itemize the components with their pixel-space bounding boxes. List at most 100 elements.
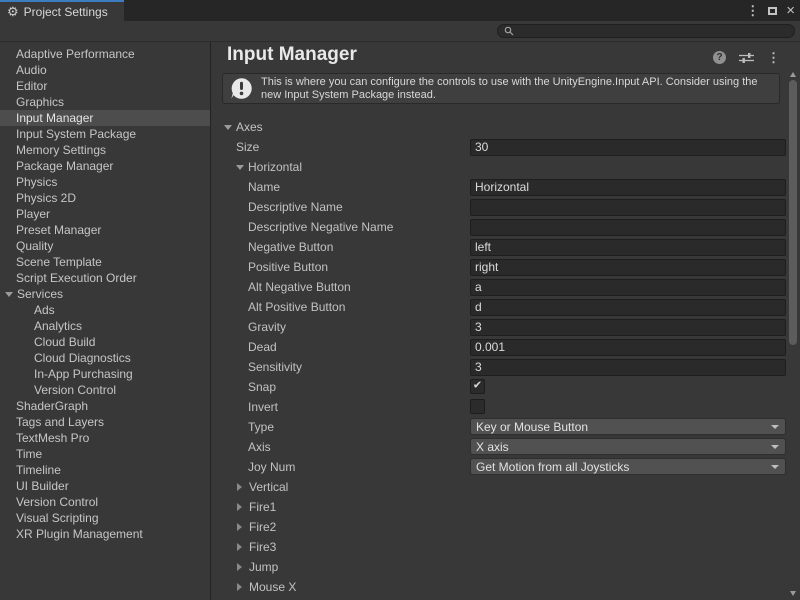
- alt-positive-button-field[interactable]: [470, 299, 786, 316]
- positive-button-label: Positive Button: [248, 260, 328, 274]
- gravity-field[interactable]: [470, 319, 786, 336]
- gravity-label: Gravity: [248, 320, 286, 334]
- vertical-row: Vertical: [211, 477, 787, 497]
- sidebar-item-version-control[interactable]: Version Control: [0, 494, 210, 510]
- size-field[interactable]: [470, 139, 786, 156]
- form-rows: AxesSizeHorizontalNameDescriptive NameDe…: [211, 117, 787, 597]
- sidebar-item-shadergraph[interactable]: ShaderGraph: [0, 398, 210, 414]
- sidebar-item-timeline[interactable]: Timeline: [0, 462, 210, 478]
- mouse-x-foldout-triangle-icon[interactable]: [237, 583, 242, 591]
- help-icon[interactable]: ?: [713, 51, 726, 64]
- sidebar-item-ui-builder[interactable]: UI Builder: [0, 478, 210, 494]
- sidebar-item-xr-plugin-management[interactable]: XR Plugin Management: [0, 526, 210, 542]
- fire3-label[interactable]: Fire3: [249, 540, 276, 554]
- dead-row: Dead: [211, 337, 787, 357]
- dead-field-wrap: [470, 338, 786, 355]
- sidebar-item-audio[interactable]: Audio: [0, 62, 210, 78]
- sidebar-item-cloud-build[interactable]: Cloud Build: [0, 334, 210, 350]
- sidebar-item-package-manager[interactable]: Package Manager: [0, 158, 210, 174]
- more-menu-icon[interactable]: ⋮: [767, 51, 780, 64]
- negative-button-label: Negative Button: [248, 240, 333, 254]
- sidebar-item-label: Quality: [16, 239, 53, 253]
- sidebar-item-ads[interactable]: Ads: [0, 302, 210, 318]
- sidebar-item-memory-settings[interactable]: Memory Settings: [0, 142, 210, 158]
- search-input[interactable]: [518, 25, 788, 37]
- snap-checkbox-wrap: ✔: [470, 378, 786, 395]
- vertical-label[interactable]: Vertical: [249, 480, 288, 494]
- sidebar-item-label: Audio: [16, 63, 47, 77]
- dead-label: Dead: [248, 340, 277, 354]
- name-field[interactable]: [470, 179, 786, 196]
- fire1-label[interactable]: Fire1: [249, 500, 276, 514]
- sidebar-item-physics-2d[interactable]: Physics 2D: [0, 190, 210, 206]
- axes-label[interactable]: Axes: [236, 120, 263, 134]
- fire2-label[interactable]: Fire2: [249, 520, 276, 534]
- sidebar-item-time[interactable]: Time: [0, 446, 210, 462]
- snap-checkbox[interactable]: ✔: [470, 379, 485, 394]
- horizontal-label[interactable]: Horizontal: [248, 160, 302, 174]
- sidebar-item-in-app-purchasing[interactable]: In-App Purchasing: [0, 366, 210, 382]
- dead-field[interactable]: [470, 339, 786, 356]
- jump-label[interactable]: Jump: [249, 560, 278, 574]
- alt-negative-button-label: Alt Negative Button: [248, 280, 351, 294]
- maximize-icon[interactable]: [768, 7, 777, 15]
- scrollbar-down-arrow-icon[interactable]: [790, 591, 796, 596]
- descriptive-negative-name-field[interactable]: [470, 219, 786, 236]
- vertical-foldout-triangle-icon[interactable]: [237, 483, 242, 491]
- horizontal-foldout-triangle-icon[interactable]: [236, 165, 244, 170]
- gear-icon: ⚙: [7, 5, 19, 18]
- scrollbar-up-arrow-icon[interactable]: [790, 72, 796, 77]
- type-dropdown[interactable]: Key or Mouse Button: [470, 418, 786, 435]
- sidebar-item-graphics[interactable]: Graphics: [0, 94, 210, 110]
- axes-foldout-triangle-icon[interactable]: [224, 125, 232, 130]
- negative-button-field[interactable]: [470, 239, 786, 256]
- mouse-x-label[interactable]: Mouse X: [249, 580, 296, 594]
- fire1-foldout-triangle-icon[interactable]: [237, 503, 242, 511]
- scrollbar-thumb[interactable]: [789, 80, 797, 345]
- sidebar-item-version-control[interactable]: Version Control: [0, 382, 210, 398]
- descriptive-name-field[interactable]: [470, 199, 786, 216]
- invert-checkbox[interactable]: [470, 399, 485, 414]
- sidebar-item-label: Tags and Layers: [16, 415, 104, 429]
- sidebar-item-cloud-diagnostics[interactable]: Cloud Diagnostics: [0, 350, 210, 366]
- services-foldout-triangle-icon[interactable]: [5, 292, 13, 297]
- sidebar-item-services[interactable]: Services: [0, 286, 210, 302]
- vertical-scrollbar[interactable]: [787, 68, 800, 600]
- window-menu-icon[interactable]: ⋮: [746, 3, 759, 19]
- sidebar-item-tags-and-layers[interactable]: Tags and Layers: [0, 414, 210, 430]
- sidebar-item-editor[interactable]: Editor: [0, 78, 210, 94]
- alt-positive-button-label: Alt Positive Button: [248, 300, 345, 314]
- sensitivity-label: Sensitivity: [248, 360, 302, 374]
- sidebar-item-visual-scripting[interactable]: Visual Scripting: [0, 510, 210, 526]
- sensitivity-field[interactable]: [470, 359, 786, 376]
- axis-dropdown[interactable]: X axis: [470, 438, 786, 455]
- sidebar-item-input-manager[interactable]: Input Manager: [0, 110, 210, 126]
- sidebar-item-quality[interactable]: Quality: [0, 238, 210, 254]
- close-icon[interactable]: ×: [786, 3, 795, 18]
- presets-icon[interactable]: [739, 52, 754, 64]
- sidebar-item-preset-manager[interactable]: Preset Manager: [0, 222, 210, 238]
- joy-num-dropdown[interactable]: Get Motion from all Joysticks: [470, 458, 786, 475]
- sidebar-item-input-system-package[interactable]: Input System Package: [0, 126, 210, 142]
- joy-num-dropdown-value: Get Motion from all Joysticks: [476, 460, 629, 474]
- mouse-x-row: Mouse X: [211, 577, 787, 597]
- positive-button-field[interactable]: [470, 259, 786, 276]
- jump-row: Jump: [211, 557, 787, 577]
- sidebar-item-scene-template[interactable]: Scene Template: [0, 254, 210, 270]
- invert-row: Invert: [211, 397, 787, 417]
- fire2-foldout-triangle-icon[interactable]: [237, 523, 242, 531]
- size-label: Size: [236, 140, 259, 154]
- sidebar-item-analytics[interactable]: Analytics: [0, 318, 210, 334]
- tab-project-settings[interactable]: ⚙ Project Settings: [0, 0, 124, 21]
- fire3-foldout-triangle-icon[interactable]: [237, 543, 242, 551]
- alt-negative-button-field[interactable]: [470, 279, 786, 296]
- sidebar-item-player[interactable]: Player: [0, 206, 210, 222]
- axis-row: AxisX axis: [211, 437, 787, 457]
- search-field[interactable]: [497, 24, 795, 38]
- sidebar-item-textmesh-pro[interactable]: TextMesh Pro: [0, 430, 210, 446]
- sidebar-item-script-execution-order[interactable]: Script Execution Order: [0, 270, 210, 286]
- sidebar-item-physics[interactable]: Physics: [0, 174, 210, 190]
- sidebar-item-adaptive-performance[interactable]: Adaptive Performance: [0, 46, 210, 62]
- descriptive-name-label: Descriptive Name: [248, 200, 343, 214]
- jump-foldout-triangle-icon[interactable]: [237, 563, 242, 571]
